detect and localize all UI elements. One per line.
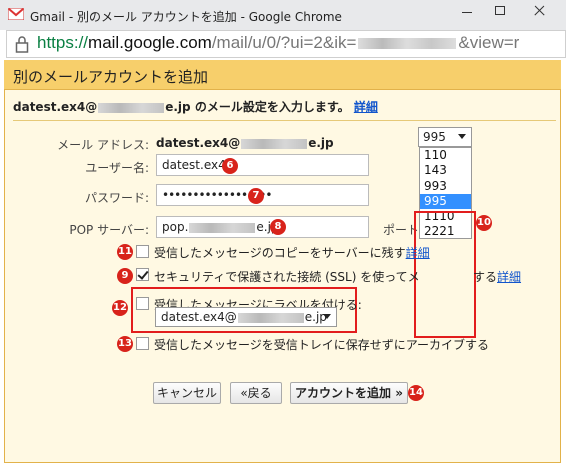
dialog-title: 別のメールアカウントを追加: [13, 68, 209, 86]
badge-8: 8: [270, 219, 286, 235]
badge-6: 6: [222, 158, 238, 174]
add-account-button[interactable]: アカウントを追加 »: [290, 382, 408, 404]
port-option[interactable]: 110: [420, 148, 471, 163]
cancel-button[interactable]: キャンセル: [153, 382, 221, 404]
redacted-block: [237, 312, 304, 323]
intro-details-link[interactable]: 詳細: [354, 100, 378, 114]
maximize-button[interactable]: [484, 0, 516, 22]
leave-copy-checkbox[interactable]: [136, 245, 149, 258]
pop-server-input[interactable]: pop. e.jp: [156, 216, 369, 238]
archive-checkbox[interactable]: [136, 337, 149, 350]
archive-label: 受信したメッセージを受信トレイに保存せずにアーカイブする: [154, 338, 490, 352]
port-option[interactable]: 995: [420, 193, 471, 210]
badge-11: 11: [117, 244, 133, 260]
browser-title-bar: Gmail - 別のメール アカウントを追加 - Google Chrome: [0, 0, 566, 30]
leave-copy-details-link[interactable]: 詳細: [406, 246, 430, 260]
ssl-details-link[interactable]: 詳細: [497, 270, 521, 284]
intro-text: datest.ex4@ e.jp のメール設定を入力します。 詳細: [13, 100, 378, 114]
email-value: datest.ex4@ e.jp: [156, 136, 334, 150]
username-label: ユーザー名:: [85, 161, 149, 175]
badge-12: 12: [112, 300, 128, 316]
badge-13: 13: [117, 336, 133, 352]
badge-7: 7: [248, 188, 264, 204]
chevron-down-icon: [323, 314, 331, 319]
port-select[interactable]: 995: [418, 127, 472, 147]
maximize-icon: [495, 6, 505, 15]
port-option[interactable]: 143: [420, 163, 471, 178]
redacted-block: [189, 222, 256, 233]
badge-9: 9: [117, 268, 133, 284]
redacted-block: [358, 38, 457, 50]
close-button[interactable]: [518, 0, 562, 22]
lock-icon: [15, 36, 29, 53]
back-button[interactable]: «戻る: [230, 382, 282, 404]
badge-14: 14: [408, 385, 424, 401]
divider: [13, 120, 556, 121]
leave-copy-label: 受信したメッセージのコピーをサーバーに残す詳細: [154, 246, 430, 260]
password-label: パスワード:: [84, 191, 149, 205]
label-checkbox[interactable]: [136, 297, 149, 310]
url-text: https://mail.google.com/mail/u/0/?ui=2&i…: [37, 33, 520, 52]
minimize-icon: [462, 12, 472, 13]
label-select[interactable]: datest.ex4@ e.jp: [155, 307, 337, 327]
chevron-down-icon: [458, 134, 466, 139]
ssl-label: セキュリティで保護された接続 (SSL) を使ってメ: [154, 270, 420, 284]
address-bar[interactable]: https://mail.google.com/mail/u/0/?ui=2&i…: [6, 30, 566, 58]
window-title: Gmail - 別のメール アカウントを追加 - Google Chrome: [30, 10, 342, 24]
port-option[interactable]: 993: [420, 179, 471, 194]
redacted-block: [98, 102, 165, 113]
minimize-button[interactable]: [450, 0, 482, 22]
username-input[interactable]: datest.ex4: [156, 154, 369, 176]
badge-10: 10: [476, 215, 492, 231]
gmail-icon: [8, 8, 24, 20]
email-label: メール アドレス:: [57, 138, 149, 152]
ssl-checkbox[interactable]: [136, 268, 149, 281]
highlight-box-port: [414, 211, 476, 338]
pop-server-label: POP サーバー:: [69, 223, 149, 237]
redacted-block: [241, 138, 308, 149]
dialog-header: 別のメールアカウントを追加: [4, 60, 561, 90]
ssl-label-tail: する詳細: [473, 270, 522, 284]
